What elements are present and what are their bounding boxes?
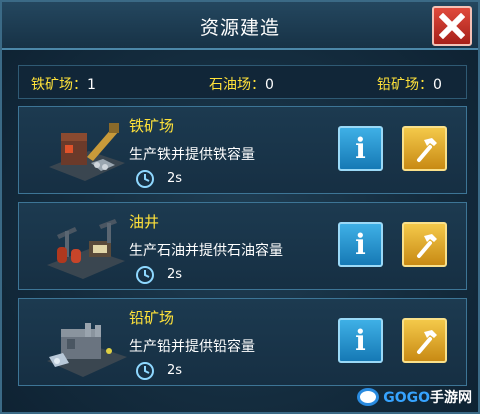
lead-label: 铅矿场：: [377, 77, 433, 93]
close-button[interactable]: [432, 6, 472, 46]
building-description: 生产铁并提供铁容量: [129, 147, 255, 163]
build-time: 2s: [167, 363, 183, 378]
oil-well-icon: [47, 219, 125, 279]
building-name: 铁矿场: [129, 117, 175, 135]
hammer-icon: [416, 233, 437, 258]
iron-count-item: 铁矿场：1: [31, 74, 96, 94]
watermark-brand-b: 手游网: [430, 390, 472, 406]
watermark: GOGO手游网: [357, 386, 472, 408]
build-time: 2s: [167, 267, 183, 282]
build-button[interactable]: [402, 222, 447, 267]
building-description: 生产石油并提供石油容量: [129, 243, 283, 259]
oil-count: 0: [265, 77, 274, 93]
info-icon: i: [355, 228, 366, 261]
building-description: 生产铅并提供铅容量: [129, 339, 255, 355]
title-bar: 资源建造: [2, 2, 478, 50]
build-button[interactable]: [402, 126, 447, 171]
iron-count: 1: [87, 77, 96, 93]
info-icon: i: [355, 132, 366, 165]
iron-mine-icon: [49, 123, 125, 181]
info-icon: i: [355, 324, 366, 357]
building-card-oil: 油井 生产石油并提供石油容量 2s i: [18, 202, 467, 290]
clock-icon: [136, 362, 154, 380]
info-button[interactable]: i: [338, 318, 383, 363]
oil-label: 石油场：: [209, 77, 265, 93]
panel-title: 资源建造: [199, 17, 280, 39]
watermark-brand-a: GOGO: [383, 390, 430, 406]
info-button[interactable]: i: [338, 222, 383, 267]
resource-build-panel: 资源建造 铁矿场：1 石油场：0 铅矿场：0 铁矿场 生产铁并提供铁容量 2s …: [0, 0, 480, 414]
building-card-iron: 铁矿场 生产铁并提供铁容量 2s i: [18, 106, 467, 194]
hammer-icon: [416, 137, 437, 162]
build-button[interactable]: [402, 318, 447, 363]
building-name: 铅矿场: [129, 309, 175, 327]
clock-icon: [136, 266, 154, 284]
build-time: 2s: [167, 171, 183, 186]
watermark-text: GOGO手游网: [383, 387, 472, 407]
iron-label: 铁矿场：: [31, 77, 87, 93]
hammer-icon: [416, 329, 437, 354]
lead-count: 0: [433, 77, 442, 93]
building-card-lead: 铅矿场 生产铅并提供铅容量 2s i: [18, 298, 467, 386]
watermark-logo-icon: [357, 388, 380, 406]
lead-count-item: 铅矿场：0: [377, 74, 442, 94]
close-icon: [439, 13, 465, 39]
oil-count-item: 石油场：0: [209, 74, 274, 94]
building-name: 油井: [129, 213, 160, 231]
resource-summary: 铁矿场：1 石油场：0 铅矿场：0: [18, 65, 467, 99]
lead-mine-icon: [47, 323, 127, 377]
info-button[interactable]: i: [338, 126, 383, 171]
clock-icon: [136, 170, 154, 188]
